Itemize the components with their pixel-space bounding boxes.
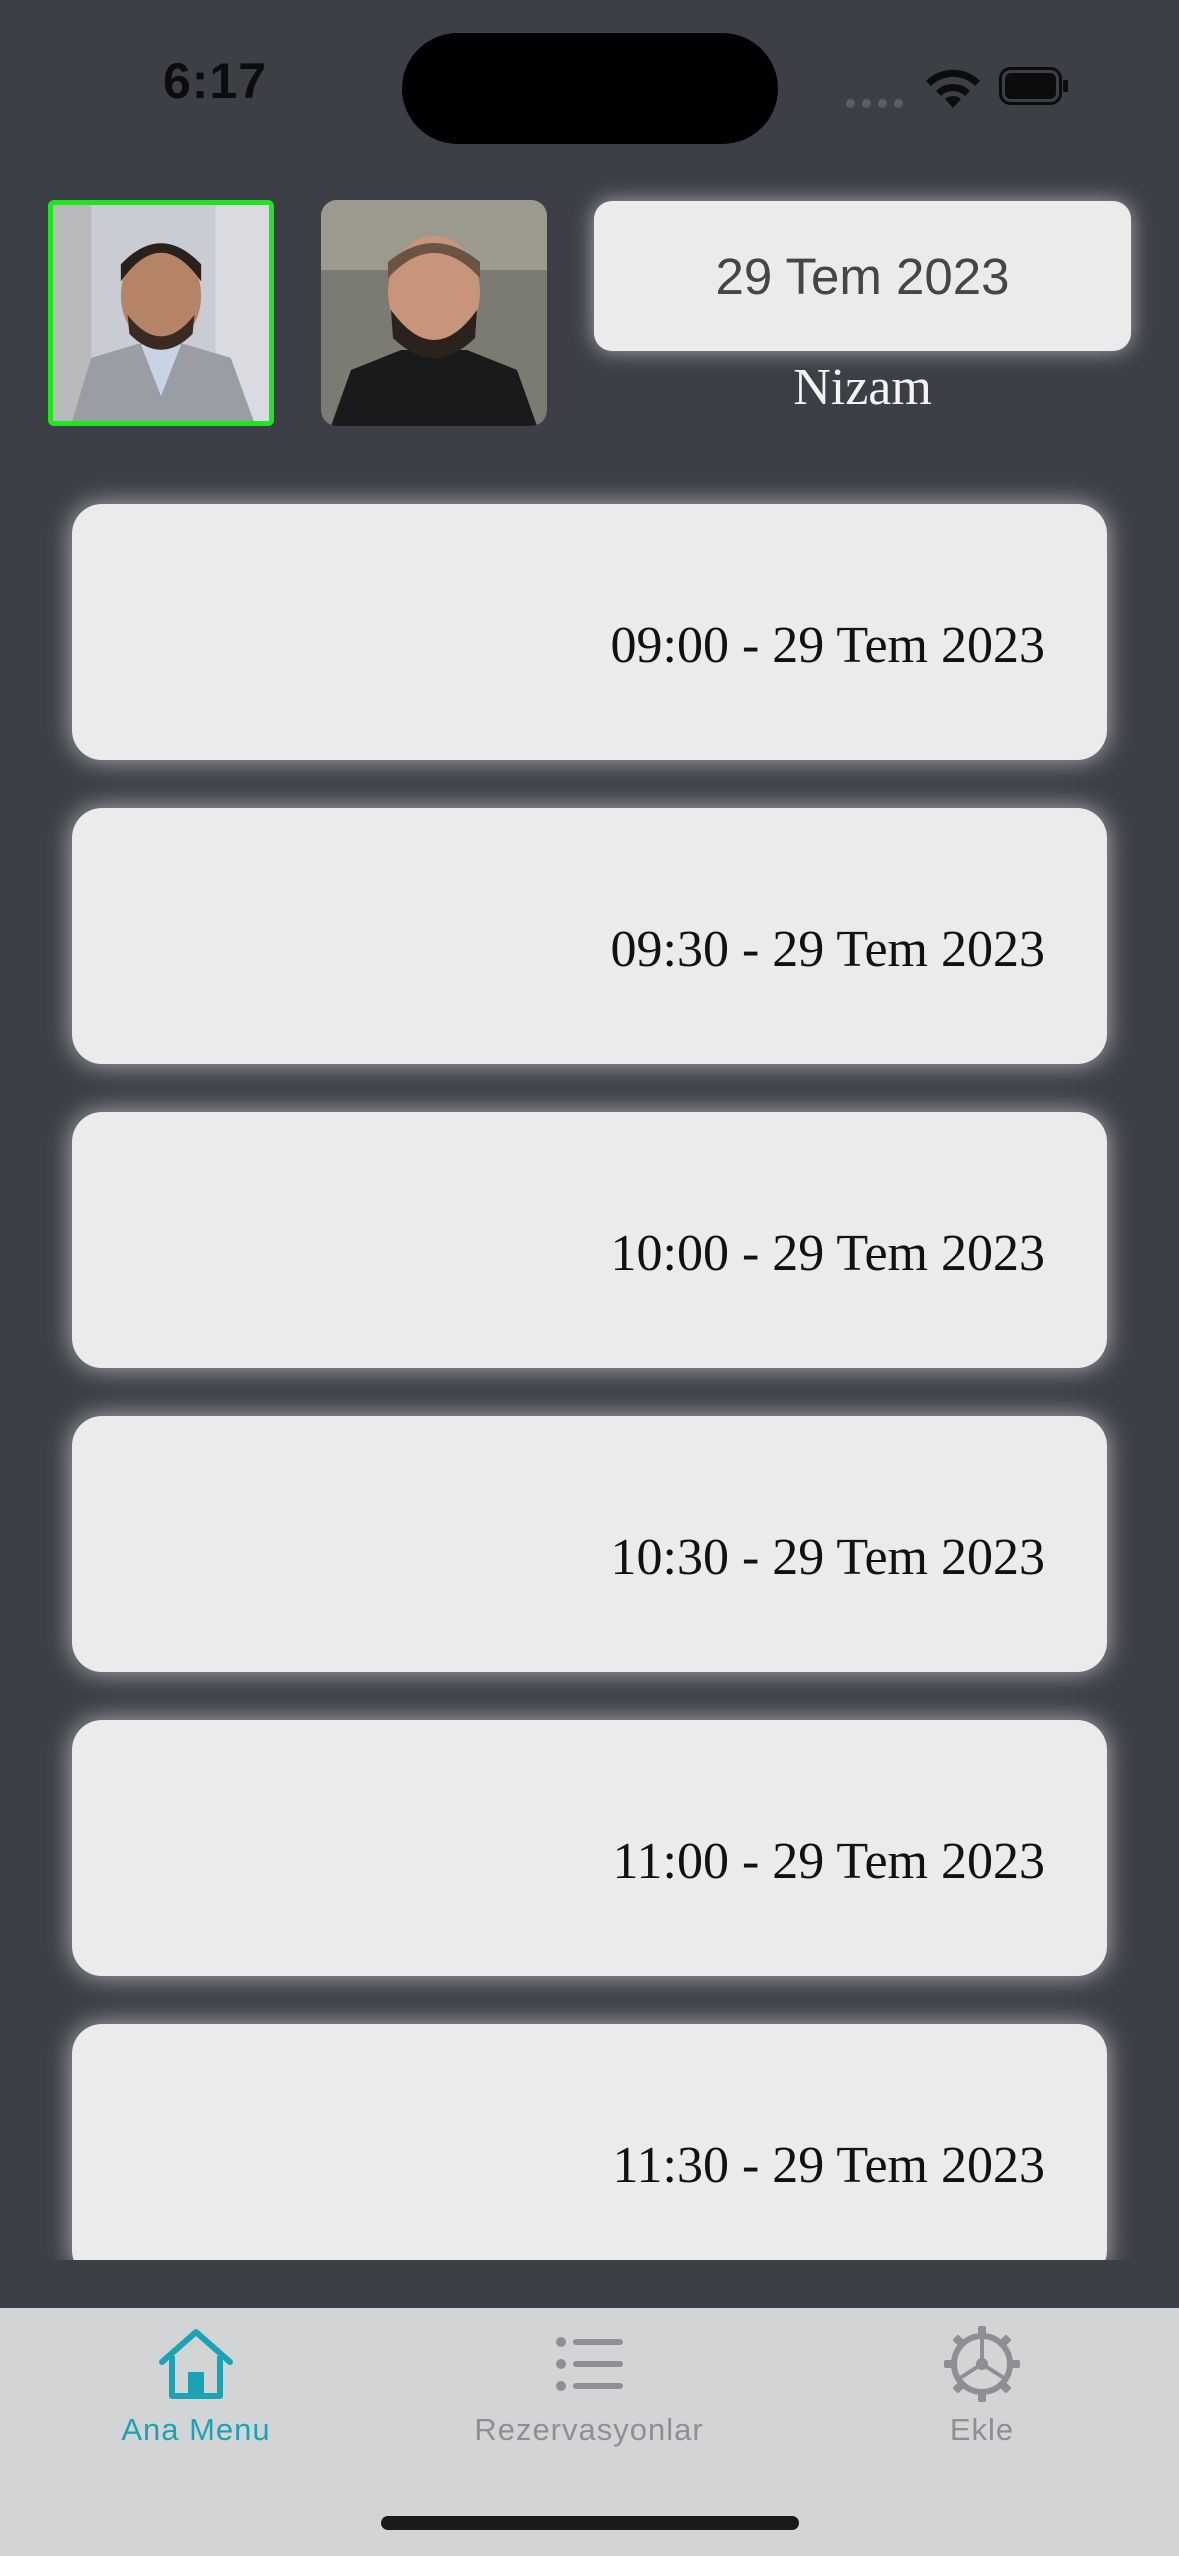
list-icon <box>556 2337 623 2391</box>
tab-label: Rezervasyonlar <box>474 2412 704 2447</box>
wifi-icon <box>926 69 980 108</box>
status-time: 6:17 <box>163 53 268 109</box>
gear-icon <box>944 2326 1020 2402</box>
barber-photo-2 <box>321 200 547 426</box>
time-slot-card[interactable]: 10:30 - 29 Tem 2023 <box>72 1416 1107 1672</box>
time-slot-card[interactable]: 11:00 - 29 Tem 2023 <box>72 1720 1107 1976</box>
battery-icon <box>999 67 1068 105</box>
dynamic-island <box>402 33 778 144</box>
cellular-signal-icon <box>846 95 910 113</box>
tab-bar: Ana Menu Rezervasyonlar Ekle <box>0 2308 1179 2556</box>
time-slot-label: 11:30 - 29 Tem 2023 <box>612 2137 1045 2194</box>
time-slot-card[interactable]: 10:00 - 29 Tem 2023 <box>72 1112 1107 1368</box>
tab-label: Ana Menu <box>121 2412 271 2447</box>
home-icon <box>159 2329 233 2399</box>
time-slot-card[interactable]: 11:30 - 29 Tem 2023 <box>72 2024 1107 2260</box>
selected-barber-name: Nizam <box>793 359 932 416</box>
status-bar: 6:17 <box>0 0 1179 180</box>
time-slot-list[interactable]: 09:00 - 29 Tem 2023 09:30 - 29 Tem 2023 … <box>0 470 1179 2260</box>
tab-rezervasyonlar[interactable]: Rezervasyonlar <box>439 2308 739 2508</box>
time-slot-card[interactable]: 09:00 - 29 Tem 2023 <box>72 504 1107 760</box>
time-slot-label: 10:30 - 29 Tem 2023 <box>610 1529 1045 1586</box>
barber-photo-1 <box>53 205 269 421</box>
time-slot-label: 10:00 - 29 Tem 2023 <box>610 1225 1045 1282</box>
date-picker-button[interactable]: 29 Tem 2023 <box>594 201 1131 351</box>
home-indicator[interactable] <box>381 2516 799 2530</box>
tab-label: Ekle <box>949 2412 1015 2447</box>
time-slot-label: 09:30 - 29 Tem 2023 <box>610 921 1045 978</box>
barber-avatar[interactable] <box>321 200 547 426</box>
barber-avatar-selected[interactable] <box>48 200 274 426</box>
tab-ana-menu[interactable]: Ana Menu <box>46 2308 346 2508</box>
time-slot-label: 11:00 - 29 Tem 2023 <box>612 1833 1045 1890</box>
time-slot-label: 09:00 - 29 Tem 2023 <box>610 617 1045 674</box>
time-slot-card[interactable]: 09:30 - 29 Tem 2023 <box>72 808 1107 1064</box>
tab-ekle[interactable]: Ekle <box>832 2308 1132 2508</box>
